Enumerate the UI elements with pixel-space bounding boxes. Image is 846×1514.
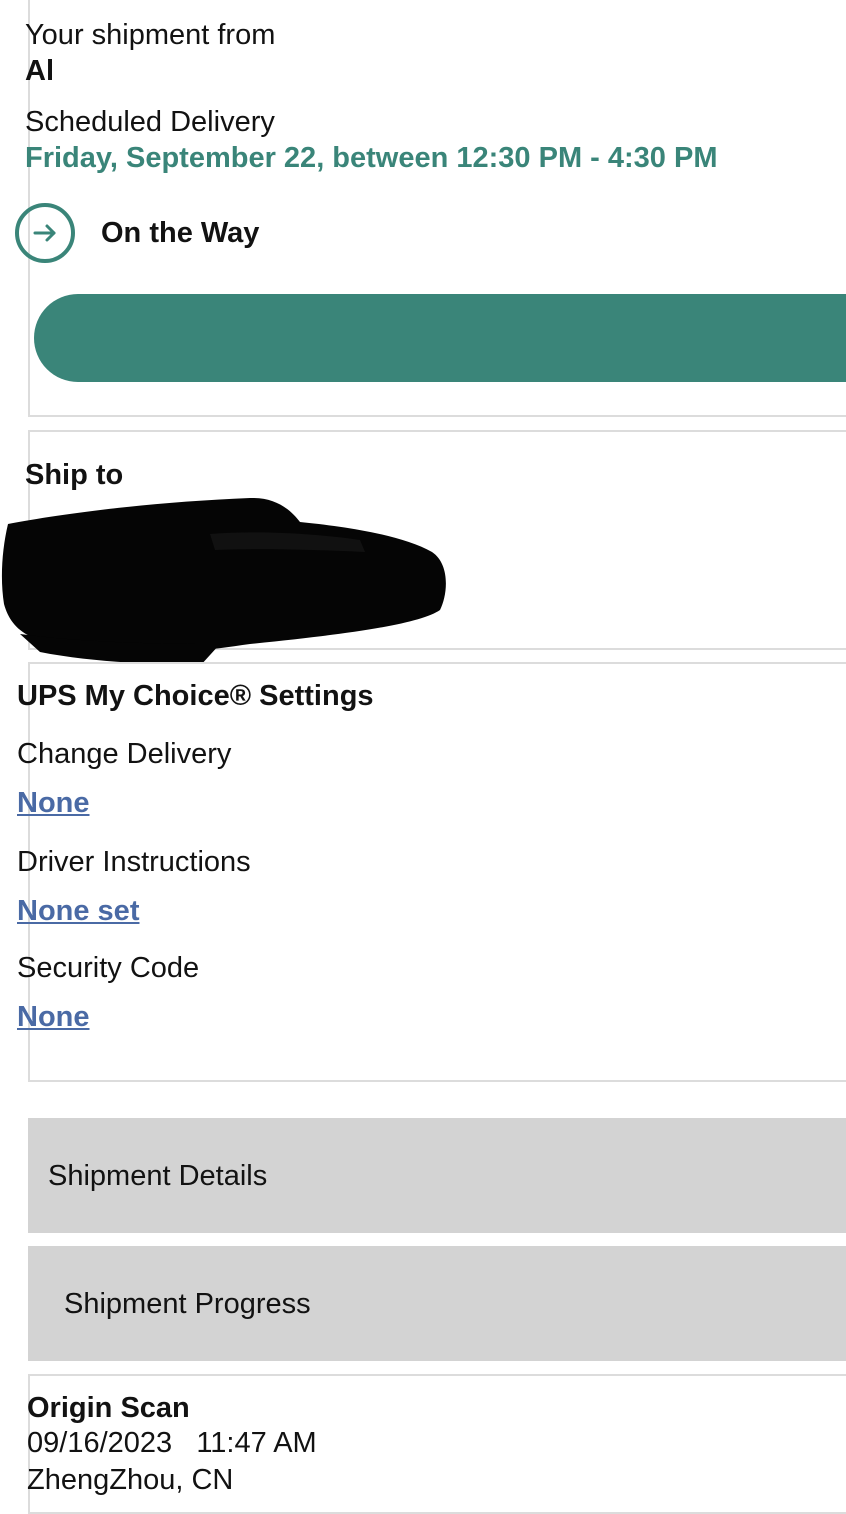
shipment-details-label: Shipment Details: [48, 1160, 268, 1192]
change-delivery-label: Change Delivery: [17, 738, 232, 770]
change-delivery-link[interactable]: None: [17, 785, 90, 821]
shipment-progress-label: Shipment Progress: [64, 1288, 311, 1320]
status-text: On the Way: [101, 217, 260, 249]
arrow-right-circle-icon: [15, 203, 75, 263]
security-code-link[interactable]: None: [17, 999, 90, 1035]
scheduled-delivery-label: Scheduled Delivery: [25, 106, 275, 138]
shipment-from-label: Your shipment from: [25, 19, 276, 51]
driver-instructions-link[interactable]: None set: [17, 893, 139, 929]
ship-to-label: Ship to: [25, 459, 124, 491]
scheduled-delivery-value: Friday, September 22, between 12:30 PM -…: [25, 142, 718, 174]
shipment-progress-accordion[interactable]: Shipment Progress: [28, 1246, 846, 1361]
scan-title: Origin Scan: [27, 1392, 190, 1424]
shipper-name: Al: [25, 55, 54, 87]
driver-instructions-label: Driver Instructions: [17, 846, 251, 878]
shipment-details-accordion[interactable]: Shipment Details: [28, 1118, 846, 1233]
scan-datetime: 09/16/2023 11:47 AM: [27, 1427, 317, 1459]
scan-location: ZhengZhou, CN: [27, 1464, 234, 1496]
delivery-progress-bar: [34, 294, 846, 382]
my-choice-title: UPS My Choice® Settings: [17, 680, 374, 712]
security-code-label: Security Code: [17, 952, 200, 984]
address-redaction: [1, 497, 446, 666]
